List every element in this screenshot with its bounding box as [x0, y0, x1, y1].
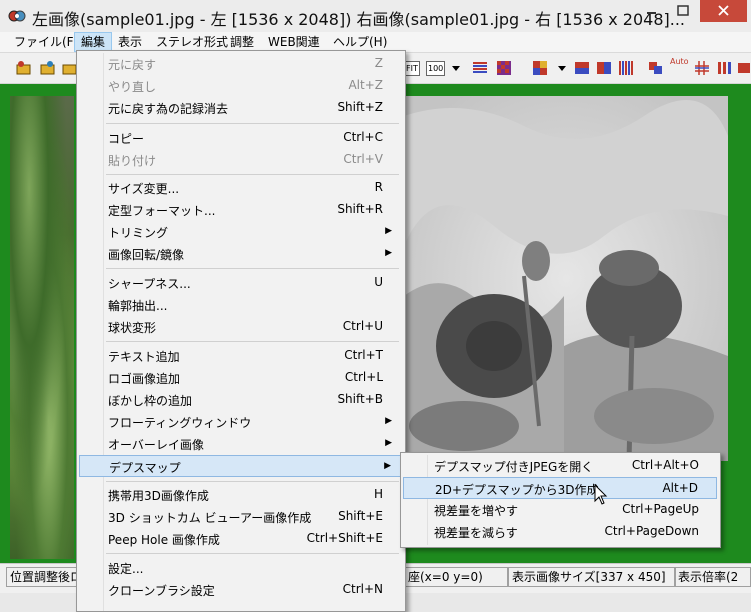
submenu-item-create-3d[interactable]: 2D+デプスマップから3D作成 Alt+D — [403, 477, 717, 499]
menu-item-edge-extract[interactable]: 輪郭抽出... — [79, 294, 401, 316]
submenu-item-open-depth-jpeg[interactable]: デプスマップ付きJPEGを開く Ctrl+Alt+O — [403, 455, 717, 477]
color-checker-icon[interactable] — [532, 60, 548, 76]
menu-help[interactable]: ヘルプ(H) — [327, 33, 393, 51]
submenu-arrow-icon: ▶ — [385, 226, 392, 236]
mouse-cursor-icon — [594, 484, 608, 505]
menu-item-trimming[interactable]: トリミング ▶ — [79, 221, 401, 243]
maximize-button[interactable] — [668, 0, 698, 22]
menu-item-spherize[interactable]: 球状変形 Ctrl+U — [79, 316, 401, 338]
status-display-size: 表示画像サイズ[337 x 450] — [508, 567, 676, 587]
zoom-100-button[interactable]: 100 — [426, 61, 446, 76]
close-icon — [718, 5, 729, 16]
menu-item-redo[interactable]: やり直し Alt+Z — [79, 75, 401, 97]
menu-stereo-format[interactable]: ステレオ形式 — [150, 33, 234, 51]
open-left-icon[interactable] — [16, 60, 32, 76]
dropdown-arrow-icon[interactable] — [448, 60, 464, 76]
app-icon — [8, 10, 26, 22]
anaglyph-split-icon[interactable] — [596, 60, 612, 76]
menu-item-add-text[interactable]: テキスト追加 Ctrl+T — [79, 345, 401, 367]
menu-item-mobile-3d[interactable]: 携帯用3D画像作成 H — [79, 484, 401, 506]
menu-item-settings[interactable]: 設定... — [79, 557, 401, 579]
menu-item-add-blur-frame[interactable]: ぼかし枠の追加 Shift+B — [79, 389, 401, 411]
menu-item-clear-undo-history[interactable]: 元に戻す為の記録消去 Shift+Z — [79, 97, 401, 119]
menu-item-undo[interactable]: 元に戻す Z — [79, 53, 401, 75]
menu-separator — [106, 553, 399, 554]
menu-item-resize[interactable]: サイズ変更... R — [79, 177, 401, 199]
auto-label[interactable]: Auto — [670, 57, 689, 66]
window-title: 左画像(sample01.jpg - 左 [1536 x 2048]) 右画像(… — [32, 10, 686, 29]
menu-separator — [106, 268, 399, 269]
menu-item-shotcam-viewer[interactable]: 3D ショットカム ビューアー画像作成 Shift+E — [79, 506, 401, 528]
menu-item-paste[interactable]: 貼り付け Ctrl+V — [79, 149, 401, 171]
menu-separator — [106, 341, 399, 342]
dropdown-arrow-icon[interactable] — [554, 60, 570, 76]
depthmap-submenu: デプスマップ付きJPEGを開く Ctrl+Alt+O 2D+デプスマップから3D… — [400, 452, 721, 548]
anaglyph-half-icon[interactable] — [574, 60, 590, 76]
status-zoom: 表示倍率(2 — [674, 567, 751, 587]
minimize-icon — [647, 12, 656, 14]
menu-adjust[interactable]: 調整 — [224, 33, 260, 51]
title-bar: 左画像(sample01.jpg - 左 [1536 x 2048]) 右画像(… — [0, 0, 751, 33]
swap-icon[interactable] — [648, 60, 664, 76]
depthmap-image — [404, 96, 728, 461]
menu-item-sharpness[interactable]: シャープネス... U — [79, 272, 401, 294]
submenu-item-decrease-parallax[interactable]: 視差量を減らす Ctrl+PageDown — [403, 521, 717, 543]
open-right-icon[interactable] — [40, 60, 56, 76]
right-image-depthmap — [404, 96, 728, 461]
submenu-arrow-icon: ▶ — [385, 416, 392, 426]
menu-item-rotate-mirror[interactable]: 画像回転/鏡像 ▶ — [79, 243, 401, 265]
menu-item-floating-window[interactable]: フローティングウィンドウ ▶ — [79, 411, 401, 433]
checker-icon[interactable] — [496, 60, 512, 76]
maximize-icon — [677, 5, 689, 16]
menu-separator — [106, 481, 399, 482]
menu-separator — [106, 174, 399, 175]
grid-icon[interactable] — [694, 60, 710, 76]
menu-item-add-logo[interactable]: ロゴ画像追加 Ctrl+L — [79, 367, 401, 389]
left-image — [10, 96, 74, 559]
submenu-arrow-icon: ▶ — [384, 461, 391, 471]
menu-separator — [106, 123, 399, 124]
menu-file[interactable]: ファイル(F) — [8, 33, 84, 51]
menu-item-overlay-image[interactable]: オーバーレイ画像 ▶ — [79, 433, 401, 455]
menu-item-copy[interactable]: コピー Ctrl+C — [79, 127, 401, 149]
submenu-arrow-icon: ▶ — [385, 248, 392, 258]
edit-menu-dropdown: 元に戻す Z やり直し Alt+Z 元に戻す為の記録消去 Shift+Z コピー… — [76, 50, 406, 612]
column-interlace-icon[interactable] — [618, 60, 634, 76]
menu-view[interactable]: 表示 — [112, 33, 148, 51]
submenu-item-increase-parallax[interactable]: 視差量を増やす Ctrl+PageUp — [403, 499, 717, 521]
menu-edit[interactable]: 編集 — [74, 32, 113, 52]
status-coords: 座(x=0 y=0) — [404, 567, 508, 587]
submenu-arrow-icon: ▶ — [385, 438, 392, 448]
extra-icon[interactable] — [736, 60, 751, 76]
menu-item-fixed-format[interactable]: 定型フォーマット... Shift+R — [79, 199, 401, 221]
menu-web[interactable]: WEB関連 — [262, 33, 326, 51]
minimize-button[interactable] — [636, 0, 666, 22]
bars-icon[interactable] — [716, 60, 732, 76]
menu-item-depthmap[interactable]: デプスマップ ▶ — [79, 455, 401, 477]
line-interlace-icon[interactable] — [472, 60, 488, 76]
close-button[interactable] — [700, 0, 747, 22]
menu-item-peep-hole[interactable]: Peep Hole 画像作成 Ctrl+Shift+E — [79, 528, 401, 550]
fit-button[interactable]: FIT — [404, 61, 420, 76]
menu-item-clone-brush[interactable]: クローンブラシ設定 Ctrl+N — [79, 579, 401, 601]
